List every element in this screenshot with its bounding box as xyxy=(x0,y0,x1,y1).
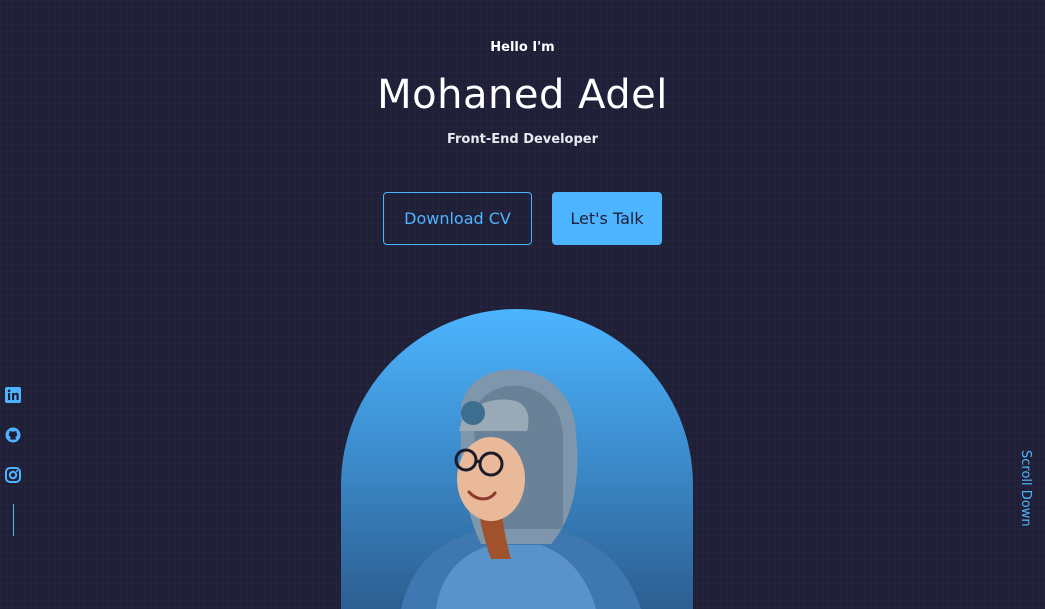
lets-talk-button[interactable]: Let's Talk xyxy=(552,192,662,245)
instagram-icon[interactable] xyxy=(4,466,22,484)
profile-illustration xyxy=(401,369,641,609)
social-divider-line xyxy=(12,504,14,536)
github-icon[interactable] xyxy=(4,426,22,444)
hero-role: Front-End Developer xyxy=(446,132,599,147)
hero-name: Mohaned Adel xyxy=(377,72,668,118)
download-cv-button[interactable]: Download CV xyxy=(383,192,532,245)
linkedin-icon[interactable] xyxy=(4,386,22,404)
greeting-text: Hello I'm xyxy=(490,40,555,55)
cta-buttons: Download CV Let's Talk xyxy=(0,192,1045,245)
social-links xyxy=(4,386,22,536)
scroll-down-link[interactable]: Scroll Down xyxy=(1013,450,1033,540)
profile-photo xyxy=(341,309,693,609)
